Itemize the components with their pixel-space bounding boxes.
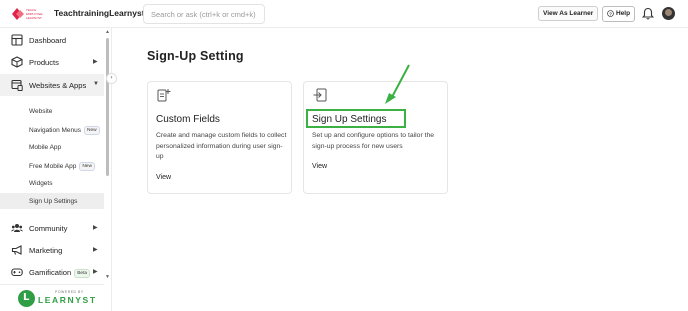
powered-by-learnyst: POWERED BY LEARNYST [0,284,104,311]
sign-up-settings-card[interactable]: Sign Up Settings Set up and configure op… [303,81,448,194]
sidebar-scrollbar[interactable] [106,38,109,176]
signup-settings-icon [313,88,327,102]
brand-name[interactable]: TeachtrainingLearnyst [54,8,145,18]
help-label: Help [616,10,631,17]
sidebar-item-marketing[interactable]: Marketing ▶ [0,239,104,261]
gamepad-icon [11,268,23,277]
page-title: Sign-Up Setting [147,49,244,63]
logo[interactable]: TEACH EMPLOYEE LEARNYST [10,5,46,23]
custom-fields-icon [157,89,171,102]
dashboard-icon [11,34,23,46]
sidebar-item-label: Gamification [29,268,72,277]
annotation-arrow-icon [385,64,410,104]
sign-up-settings-view-link[interactable]: View [312,163,327,170]
sidebar-item-label: Products [29,58,59,67]
sidebar-item-community[interactable]: Community ▶ [0,217,104,239]
chevron-right-icon: ▶ [93,247,98,253]
card-title: Custom Fields [156,114,220,125]
sidebar-item-label: Marketing [29,246,63,255]
sidebar-item-label: Dashboard [29,36,67,45]
new-badge: New [84,126,100,135]
chevron-right-icon: ▶ [93,269,98,275]
svg-text:LEARNYST: LEARNYST [26,16,42,20]
powered-by-name: LEARNYST [38,295,97,305]
search-input[interactable]: Search or ask (ctrl+k or cmd+k) [143,4,265,24]
sidebar-subitem-widgets[interactable]: Widgets [0,175,104,191]
avatar[interactable] [662,7,675,20]
scroll-up-arrow[interactable]: ▲ [105,29,110,35]
view-as-learner-button[interactable]: View As Learner [538,6,599,21]
sidebar-item-products[interactable]: Products ▶ [0,51,104,73]
sidebar-subitem-website[interactable]: Website [0,103,104,119]
scroll-down-arrow[interactable]: ▼ [105,274,110,280]
sidebar-item-gamification[interactable]: Gamification Beta ▶ [0,261,104,283]
bell-icon[interactable] [642,7,654,20]
sidebar-item-label: Community [29,224,68,233]
top-bar: TEACH EMPLOYEE LEARNYST TeachtrainingLea… [0,0,688,28]
sidebar-subitem-free-mobile-app[interactable]: Free Mobile App New [0,157,104,173]
beta-badge: Beta [74,269,91,278]
sidebar-item-websites-apps[interactable]: Websites & Apps ▼ [0,74,104,96]
card-description: Create and manage custom fields to colle… [156,132,287,160]
sidebar-subitem-sign-up-settings[interactable]: Sign Up Settings [0,193,104,209]
sidebar-item-dashboard[interactable]: Dashboard [0,29,104,51]
custom-fields-view-link[interactable]: View [156,174,171,181]
chevron-down-icon: ▼ [93,81,99,87]
help-button[interactable]: ? Help [602,6,636,22]
collapse-sidebar-button[interactable]: ‹ [106,73,117,84]
powered-by-label: POWERED BY [55,290,84,294]
help-icon: ? [607,10,614,17]
learnyst-logo-icon [18,290,35,307]
svg-text:?: ? [609,11,612,16]
sidebar: Dashboard Products ▶ Websites & Apps ▼ W… [0,28,117,311]
community-icon [11,224,23,232]
custom-fields-card[interactable]: Custom Fields Create and manage custom f… [147,81,292,194]
sidebar-subitem-navigation-menus[interactable]: Navigation Menus New [0,121,104,137]
sidebar-subitem-mobile-app[interactable]: Mobile App [0,139,104,155]
megaphone-icon [11,245,22,255]
card-description: Set up and configure options to tailor t… [312,132,435,150]
chevron-right-icon: ▶ [93,59,98,65]
sidebar-item-label: Websites & Apps [29,81,87,90]
website-icon [11,79,23,91]
chevron-right-icon: ▶ [93,225,98,231]
box-icon [11,56,23,68]
new-badge: New [79,162,95,171]
highlight-box [306,109,406,128]
